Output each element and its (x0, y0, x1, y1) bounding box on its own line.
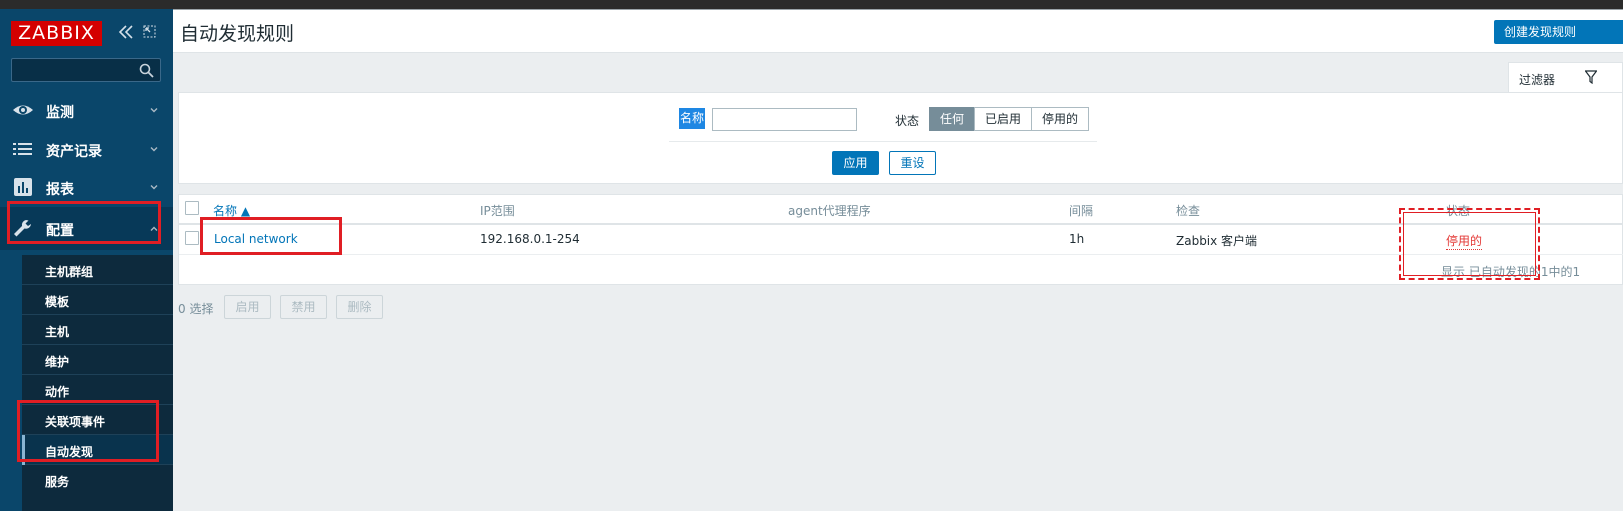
submenu-label: 动作 (45, 385, 70, 399)
submenu-item-services[interactable]: 服务 (22, 465, 173, 495)
list-icon (12, 139, 34, 159)
chevron-down-icon (149, 143, 159, 153)
menu-label: 监测 (46, 105, 74, 121)
page-header: 自动发现规则 创建发现规则 (173, 10, 1623, 53)
eye-icon (12, 100, 34, 120)
selected-count: 0 选择 (178, 302, 214, 316)
chevron-down-icon (149, 181, 159, 191)
column-header-ip-range: IP范围 (480, 204, 515, 218)
filter-icon (1584, 70, 1598, 85)
mass-delete-button[interactable]: 删除 (336, 295, 383, 319)
filter-tab-label: 过滤器 (1519, 73, 1556, 87)
bar-chart-icon (12, 177, 34, 197)
highlight-configuration-menu (7, 201, 161, 244)
submenu-item-maintenance[interactable]: 维护 (22, 345, 173, 375)
row-checkbox[interactable] (185, 231, 199, 245)
menu-label: 资产记录 (46, 144, 102, 160)
select-all-checkbox[interactable] (185, 201, 199, 215)
filter-name-label: 名称 (679, 108, 706, 129)
ip-range-cell: 192.168.0.1-254 (480, 232, 580, 246)
submenu-item-host-groups[interactable]: 主机群组 (22, 255, 173, 285)
submenu-label: 主机 (45, 325, 70, 339)
chevron-down-icon (149, 104, 159, 114)
filter-panel: 名称 状态 任何 已启用 停用的 应用 重设 (178, 92, 1623, 184)
highlight-discovery-submenu (17, 400, 159, 462)
menu-label: 报表 (46, 182, 74, 198)
highlight-status-cell (1399, 208, 1540, 280)
search-icon[interactable] (139, 63, 154, 78)
sidebar-search-input[interactable] (11, 58, 161, 82)
submenu-label: 主机群组 (45, 265, 94, 279)
submenu-item-hosts[interactable]: 主机 (22, 315, 173, 345)
submenu-label: 服务 (45, 475, 70, 489)
column-header-proxy: agent代理程序 (788, 204, 871, 218)
status-option-disabled[interactable]: 停用的 (1031, 107, 1089, 131)
kiosk-mode-icon[interactable] (143, 25, 156, 38)
reset-button[interactable]: 重设 (889, 151, 936, 175)
highlight-rule-name (200, 217, 342, 255)
submenu-label: 维护 (45, 355, 70, 369)
filter-name-input[interactable] (712, 108, 857, 131)
top-bar (0, 0, 1623, 9)
filter-divider (669, 141, 1097, 142)
mass-disable-button[interactable]: 禁用 (280, 295, 327, 319)
page-title: 自动发现规则 (180, 23, 295, 45)
configuration-submenu: 主机群组 模板 主机 维护 动作 关联项事件 自动发现 服务 (22, 255, 173, 511)
mass-enable-button[interactable]: 启用 (224, 295, 271, 319)
column-header-interval: 间隔 (1069, 204, 1094, 218)
submenu-item-templates[interactable]: 模板 (22, 285, 173, 315)
menu-item-inventory[interactable]: 资产记录 (0, 130, 173, 168)
filter-tab[interactable]: 过滤器 (1508, 62, 1623, 92)
collapse-sidebar-icon[interactable] (117, 23, 135, 41)
status-option-any[interactable]: 任何 (929, 107, 975, 131)
zabbix-logo[interactable]: ZABBIX (11, 21, 102, 46)
apply-button[interactable]: 应用 (832, 151, 879, 175)
column-header-checks: 检查 (1176, 204, 1201, 218)
status-option-enabled[interactable]: 已启用 (974, 107, 1032, 131)
create-discovery-rule-button[interactable]: 创建发现规则 (1494, 20, 1623, 44)
submenu-label: 模板 (45, 295, 70, 309)
filter-status-label: 状态 (895, 114, 920, 128)
menu-item-monitoring[interactable]: 监测 (0, 91, 173, 129)
interval-cell: 1h (1069, 232, 1085, 246)
checks-cell: Zabbix 客户端 (1176, 234, 1258, 248)
